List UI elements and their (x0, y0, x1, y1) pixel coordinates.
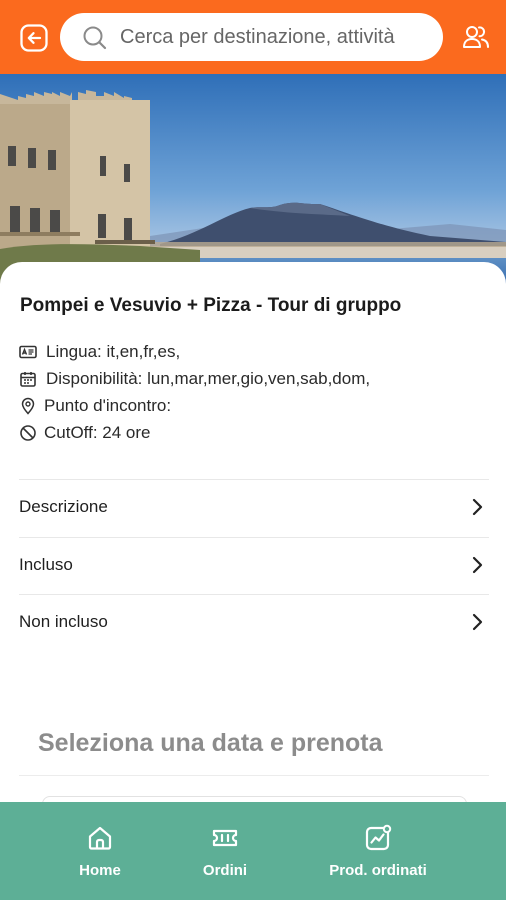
back-arrow-icon[interactable] (19, 23, 49, 53)
chevron-right-icon (467, 554, 487, 576)
availability-text: Disponibilità: lun,mar,mer,gio,ven,sab,d… (46, 369, 371, 388)
language-row: Lingua: it,en,fr,es, (19, 342, 180, 362)
chart-icon (364, 824, 392, 852)
divider (19, 775, 489, 776)
calendar-icon (19, 370, 37, 388)
chevron-right-icon (467, 496, 487, 518)
section-label: Descrizione (19, 497, 108, 516)
top-bar (0, 0, 506, 74)
nav-item-home[interactable]: Home (60, 802, 140, 900)
section-description[interactable]: Descrizione (0, 480, 506, 536)
booking-title: Seleziona una data e prenota (38, 729, 383, 757)
meeting-point-text: Punto d'incontro: (44, 396, 172, 415)
block-icon (19, 424, 37, 442)
section-not-included[interactable]: Non incluso (0, 595, 506, 651)
nav-label: Prod. ordinati (329, 862, 427, 879)
search-input[interactable] (120, 13, 436, 61)
tour-card: Pompei e Vesuvio + Pizza - Tour di grupp… (0, 262, 506, 822)
hero-image (0, 74, 506, 284)
cutoff-text: CutOff: 24 ore (44, 423, 151, 442)
nav-label: Home (79, 862, 121, 879)
language-card-icon (19, 343, 37, 361)
home-icon (86, 824, 114, 852)
search-bar[interactable] (60, 13, 443, 61)
ticket-icon (211, 824, 239, 852)
nav-label: Ordini (202, 862, 248, 879)
section-label: Incluso (19, 555, 73, 574)
location-pin-icon (19, 397, 37, 415)
bottom-nav: Home Ordini Prod. ordinati (0, 802, 506, 900)
chevron-right-icon (467, 611, 487, 633)
availability-row: Disponibilità: lun,mar,mer,gio,ven,sab,d… (19, 369, 370, 389)
section-included[interactable]: Incluso (0, 538, 506, 594)
language-text: Lingua: it,en,fr,es, (46, 342, 181, 361)
meeting-point-row: Punto d'incontro: (19, 396, 171, 416)
tour-title: Pompei e Vesuvio + Pizza - Tour di grupp… (20, 295, 402, 316)
search-icon (82, 25, 108, 51)
users-icon[interactable] (460, 22, 492, 54)
nav-item-orders[interactable]: Ordini (185, 802, 265, 900)
cutoff-row: CutOff: 24 ore (19, 423, 150, 443)
nav-item-ordered-products[interactable]: Prod. ordinati (318, 802, 438, 900)
section-label: Non incluso (19, 612, 108, 631)
